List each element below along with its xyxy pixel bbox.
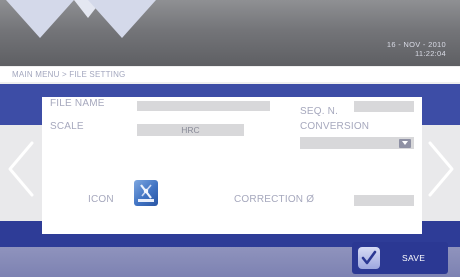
datetime-display: 16 - NOV - 2010 11:22:04 xyxy=(387,40,446,58)
breadcrumb: MAIN MENU > FILE SETTING xyxy=(0,67,460,82)
chevron-right-icon xyxy=(428,141,454,197)
chevron-left-icon xyxy=(8,141,34,197)
file-icon-selector[interactable] xyxy=(134,180,158,206)
conversion-label: CONVERSION xyxy=(300,121,370,132)
conversion-select[interactable] xyxy=(300,137,414,149)
seq-number-field[interactable] xyxy=(354,101,414,112)
file-name-field[interactable] xyxy=(137,101,270,111)
correction-label: CORRECTION Ø xyxy=(234,194,315,205)
icon-label: ICON xyxy=(88,194,114,205)
seq-number-label: SEQ. N. xyxy=(300,106,339,117)
save-label: SAVE xyxy=(402,253,426,263)
tester-icon xyxy=(138,184,154,202)
brand-logo-right xyxy=(88,0,156,38)
correction-field[interactable] xyxy=(354,195,414,206)
checkmark-icon xyxy=(358,247,380,269)
breadcrumb-text: MAIN MENU > FILE SETTING xyxy=(12,70,126,79)
date-text: 16 - NOV - 2010 xyxy=(386,40,446,49)
next-page-button[interactable] xyxy=(422,137,460,201)
file-setting-screen: 16 - NOV - 2010 11:22:04 MAIN MENU > FIL… xyxy=(0,0,460,277)
time-text: 11:22:04 xyxy=(414,49,446,58)
scale-value: HRC xyxy=(181,125,200,135)
header-bar: 16 - NOV - 2010 11:22:04 xyxy=(0,0,460,66)
file-name-label: FILE NAME xyxy=(50,98,105,109)
file-settings-panel: FILE NAME SEQ. N. SCALE HRC CONVERSION I… xyxy=(42,97,422,234)
brand-logo-left xyxy=(6,0,74,38)
save-button[interactable]: SAVE xyxy=(352,242,448,274)
scale-label: SCALE xyxy=(50,121,84,132)
chevron-down-icon[interactable] xyxy=(399,139,411,148)
previous-page-button[interactable] xyxy=(0,137,40,201)
